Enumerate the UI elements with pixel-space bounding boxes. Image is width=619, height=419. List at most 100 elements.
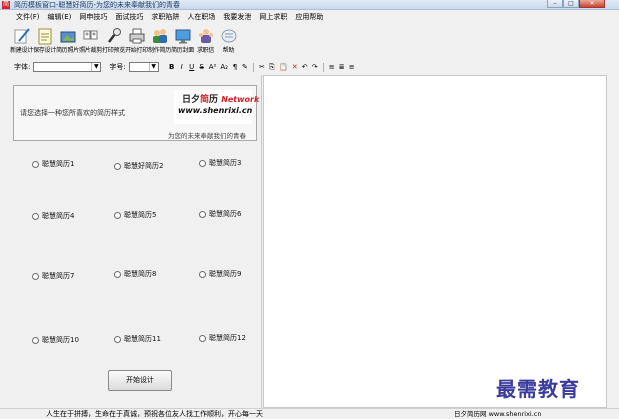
template-option-1[interactable]: 聪慧简历1 xyxy=(32,159,74,169)
window-controls: – □ ✕ xyxy=(547,0,605,8)
template-option-10[interactable]: 聪慧简历10 xyxy=(32,335,79,345)
align-left-icon[interactable]: ≡ xyxy=(327,62,337,72)
monitor-icon xyxy=(175,29,190,44)
cover-letter-button[interactable]: 求职信 xyxy=(194,24,217,60)
option-label: 聪慧简历9 xyxy=(209,270,242,278)
resume-cover-button[interactable]: 简历封面 xyxy=(171,24,194,60)
printer-icon xyxy=(129,28,144,44)
option-label: 聪慧简历10 xyxy=(42,336,79,344)
menu-online-tips[interactable]: 网申技巧 xyxy=(75,11,111,23)
menu-vent[interactable]: 我要发泄 xyxy=(219,11,255,23)
size-select[interactable]: ▼ xyxy=(128,62,159,72)
make-resume-button[interactable]: 制作简历 xyxy=(148,24,171,60)
menu-job-traps[interactable]: 求职陷阱 xyxy=(147,11,183,23)
option-label: 聪慧好简历2 xyxy=(124,162,164,170)
status-bar: 人生在于拼搏，生命在于真诚，预祝各位友人找工作顺利，开心每一天 日夕简历网 ww… xyxy=(0,408,619,419)
tool-label: 新建设计 xyxy=(10,47,33,54)
template-option-5[interactable]: 聪慧简历5 xyxy=(114,210,156,220)
radio-button[interactable] xyxy=(114,270,121,278)
magnifier-icon xyxy=(107,28,121,43)
highlight-button[interactable]: ✎ xyxy=(240,62,250,72)
status-site: 日夕简历网 www.shenrixi.cn xyxy=(454,410,542,418)
chevron-down-icon: ▼ xyxy=(148,63,158,71)
font-label: 字体: xyxy=(14,63,31,71)
template-option-12[interactable]: 聪慧简历12 xyxy=(199,333,246,343)
radio-button[interactable] xyxy=(114,211,121,219)
template-option-7[interactable]: 聪慧简历7 xyxy=(32,271,74,281)
bold-button[interactable]: B xyxy=(167,62,177,72)
template-option-2[interactable]: 聪慧好简历2 xyxy=(114,161,163,171)
start-design-button[interactable]: 开始设计 xyxy=(108,370,172,391)
subscript-button[interactable]: A₂ xyxy=(218,62,230,72)
font-select[interactable]: ▼ xyxy=(33,62,102,72)
redo-icon[interactable]: ↷ xyxy=(310,62,320,72)
tool-label: 制作简历 xyxy=(148,47,171,54)
template-option-6[interactable]: 聪慧简历6 xyxy=(199,209,241,219)
strikethrough-button[interactable]: S xyxy=(197,62,207,72)
radio-button[interactable] xyxy=(114,335,121,343)
template-option-9[interactable]: 聪慧简历9 xyxy=(199,269,241,279)
option-label: 聪慧简历1 xyxy=(42,160,75,168)
application-window: 简 简历模板窗口-聪慧好简历-为您的未来奉献我们的青春 – □ ✕ 文件(F) … xyxy=(0,0,619,419)
undo-icon[interactable]: ↶ xyxy=(300,62,310,72)
toolbar-separator xyxy=(322,62,324,72)
start-print-button[interactable]: 开始打印 xyxy=(125,24,148,60)
menu-file[interactable]: 文件(F) xyxy=(12,11,44,23)
radio-button[interactable] xyxy=(199,210,206,218)
radio-button[interactable] xyxy=(32,336,39,344)
close-button[interactable]: ✕ xyxy=(579,0,605,8)
photo-crop-button[interactable]: 照片裁剪 xyxy=(79,24,102,60)
underline-button[interactable]: U xyxy=(187,62,197,72)
toolbar-separator xyxy=(252,62,254,72)
resume-photo-button[interactable]: 简历照片 xyxy=(56,24,79,60)
option-label: 聪慧简历8 xyxy=(124,270,157,278)
italic-button[interactable]: I xyxy=(177,62,187,72)
save-design-button[interactable]: 保存设计 xyxy=(33,24,56,60)
tool-label: 简历封面 xyxy=(171,47,194,54)
status-motto: 人生在于拼搏，生命在于真诚，预祝各位友人找工作顺利，开心每一天 xyxy=(46,410,263,418)
pen-icon xyxy=(14,28,30,44)
radio-button[interactable] xyxy=(199,159,206,167)
radio-button[interactable] xyxy=(199,334,206,342)
menu-edit[interactable]: 编辑(E) xyxy=(44,11,76,23)
option-label: 聪慧简历12 xyxy=(209,334,246,342)
template-option-3[interactable]: 聪慧简历3 xyxy=(199,158,241,168)
copy-icon[interactable]: ⎘ xyxy=(267,62,277,72)
align-center-icon[interactable]: ≣ xyxy=(337,62,347,72)
option-label: 聪慧简历5 xyxy=(124,211,157,219)
paste-icon[interactable]: 📋 xyxy=(277,62,290,72)
radio-button[interactable] xyxy=(32,212,39,220)
template-option-4[interactable]: 聪慧简历4 xyxy=(32,211,74,221)
radio-button[interactable] xyxy=(114,162,121,170)
document-editor[interactable] xyxy=(263,75,607,408)
template-option-11[interactable]: 聪慧简历11 xyxy=(114,334,161,344)
title-bar[interactable]: 简 简历模板窗口-聪慧好简历-为您的未来奉献我们的青春 – □ ✕ xyxy=(0,0,619,10)
paragraph-button[interactable]: ¶ xyxy=(230,62,240,72)
template-option-8[interactable]: 聪慧简历8 xyxy=(114,269,156,279)
template-panel: 请您选择一种您所喜欢的简历样式 日夕简历 Network www.shenrix… xyxy=(10,75,262,419)
option-label: 聪慧简历11 xyxy=(124,335,161,343)
window-title: 简历模板窗口-聪慧好简历-为您的未来奉献我们的青春 xyxy=(14,1,181,9)
superscript-button[interactable]: A² xyxy=(207,62,219,72)
help-button[interactable]: 帮助 xyxy=(217,24,240,60)
menu-help[interactable]: 应用帮助 xyxy=(291,11,327,23)
tool-label: 开始打印 xyxy=(125,47,148,54)
maximize-button[interactable]: □ xyxy=(563,0,579,8)
delete-icon[interactable]: ✕ xyxy=(290,62,300,72)
menu-workplace[interactable]: 人在职场 xyxy=(183,11,219,23)
menu-interview-tips[interactable]: 面试技巧 xyxy=(111,11,147,23)
template-options: 聪慧简历1 聪慧好简历2 聪慧简历3 聪慧简历4 聪慧简历5 聪慧简历6 聪慧简… xyxy=(10,75,262,419)
cut-icon[interactable]: ✂ xyxy=(257,62,267,72)
tool-label: 帮助 xyxy=(222,47,235,54)
menu-online-jobs[interactable]: 网上求职 xyxy=(255,11,291,23)
radio-button[interactable] xyxy=(32,272,39,280)
people-icon xyxy=(152,29,167,43)
option-label: 聪慧简历4 xyxy=(42,212,75,220)
minimize-button[interactable]: – xyxy=(547,0,563,8)
print-preview-button[interactable]: 打印预览 xyxy=(102,24,125,60)
align-right-icon[interactable]: ≡ xyxy=(347,62,357,72)
radio-button[interactable] xyxy=(32,160,39,168)
new-design-button[interactable]: 新建设计 xyxy=(10,24,33,60)
radio-button[interactable] xyxy=(199,270,206,278)
option-label: 聪慧简历7 xyxy=(42,272,75,280)
